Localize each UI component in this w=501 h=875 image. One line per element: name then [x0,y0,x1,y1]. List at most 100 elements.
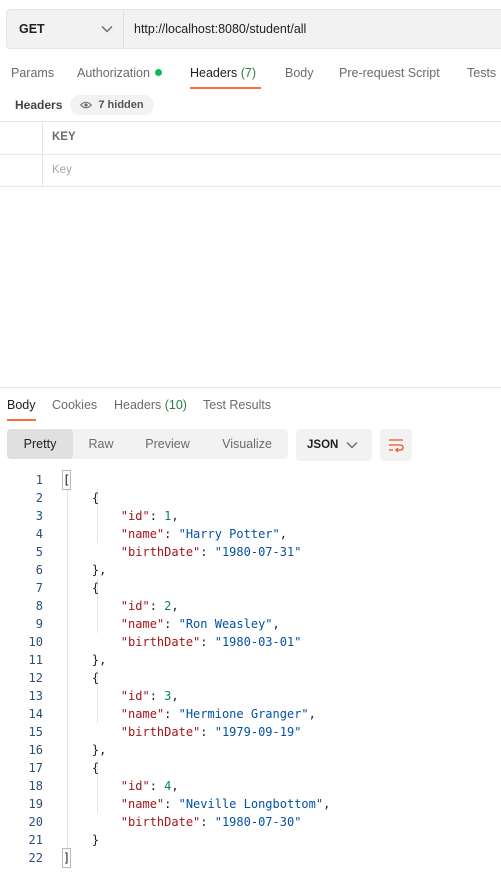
line-number: 2 [35,491,43,505]
code-line: 2 { [0,489,501,507]
code-line: 15 "birthDate": "1979-09-19" [0,723,501,741]
line-number: 18 [28,779,43,793]
url-input[interactable]: http://localhost:8080/student/all [124,10,501,48]
code-text: { [63,761,100,775]
tab-body-label: Body [285,66,314,80]
row-checkbox[interactable] [0,155,43,186]
tab-response-body[interactable]: Body [7,398,36,412]
tab-body[interactable]: Body [285,66,314,80]
table-header-row: KEY [0,121,501,154]
wrap-lines-icon [389,439,404,452]
format-label: JSON [307,439,339,451]
code-line: 5 "birthDate": "1980-07-31" [0,543,501,561]
tab-pre-request-script[interactable]: Pre-request Script [339,66,440,80]
tab-authorization[interactable]: Authorization [77,66,162,80]
headers-label: Headers [15,98,63,112]
line-number: 12 [28,671,43,685]
line-number: 21 [28,833,43,847]
line-number: 17 [28,761,43,775]
line-number: 6 [35,563,43,577]
line-number: 11 [28,653,43,667]
code-text: "birthDate": "1980-07-31" [120,545,302,559]
tab-cookies-label: Cookies [52,398,98,412]
method-label: GET [19,22,45,36]
tab-authorization-label: Authorization [77,66,150,80]
tab-response-headers-count: (10) [164,398,187,412]
code-text: }, [63,743,107,757]
tab-pre-request-label: Pre-request Script [339,66,440,80]
code-text: "birthDate": "1980-07-30" [120,815,302,829]
tab-params[interactable]: Params [11,66,54,80]
view-mode-segmented: Pretty Raw Preview Visualize [7,429,288,459]
tab-params-label: Params [11,66,55,80]
code-line: 4 "name": "Harry Potter", [0,525,501,543]
code-line: 10 "birthDate": "1980-03-01" [0,633,501,651]
tab-tests[interactable]: Tests [467,66,496,80]
code-text: } [63,833,100,847]
code-line: 14 "name": "Hermione Granger", [0,705,501,723]
code-line: 12 { [0,669,501,687]
view-pretty-button[interactable]: Pretty [7,429,73,459]
column-key: KEY [52,131,76,143]
checkbox-column [0,122,43,154]
tab-tests-label: Tests [467,66,497,80]
code-text: { [63,581,100,595]
code-text: "id": 4, [120,779,179,793]
code-text: { [63,491,100,505]
line-number: 10 [28,635,43,649]
view-preview-button[interactable]: Preview [129,429,206,459]
code-line: 16 }, [0,741,501,759]
line-number: 16 [28,743,43,757]
format-select[interactable]: JSON [296,429,372,461]
tab-headers-label: Headers [190,66,238,80]
code-line: 6 }, [0,561,501,579]
key-input[interactable]: Key [52,164,72,176]
hidden-headers-label: 7 hidden [98,99,144,111]
line-number: 8 [35,599,43,613]
code-text: "name": "Ron Weasley", [120,617,280,631]
response-body-viewer[interactable]: 1[2 {3 "id": 1, 4 "name": "Harry Potter",… [0,470,501,868]
response-tabs: Body Cookies Headers (10) Test Results [0,396,501,416]
code-line: 20 "birthDate": "1980-07-30" [0,813,501,831]
code-line: 9 "name": "Ron Weasley", [0,615,501,633]
line-number: 15 [28,725,43,739]
view-raw-button[interactable]: Raw [73,429,129,459]
method-select[interactable]: GET [7,10,124,48]
wrap-lines-button[interactable] [380,429,412,461]
code-text: "name": "Neville Longbottom", [120,797,331,811]
tab-response-headers-label: Headers [114,398,162,412]
tab-headers[interactable]: Headers (7) [190,66,256,80]
code-text: "birthDate": "1980-03-01" [120,635,302,649]
hidden-headers-toggle[interactable]: 7 hidden [70,95,154,115]
code-text: }, [63,653,107,667]
code-text: [ [61,470,72,490]
active-tab-indicator [190,87,261,89]
line-number: 13 [28,689,43,703]
code-text: }, [63,563,107,577]
code-line: 18 "id": 4, [0,777,501,795]
line-number: 20 [28,815,43,829]
headers-table: KEY Key [0,121,501,187]
code-text: "id": 1, [120,509,179,523]
line-number: 1 [35,473,43,487]
code-text: "id": 2, [120,599,179,613]
tab-cookies[interactable]: Cookies [52,398,97,412]
table-row: Key [0,154,501,187]
line-number: 5 [35,545,43,559]
tab-test-results-label: Test Results [203,398,272,412]
code-text: "name": "Hermione Granger", [120,707,316,721]
view-visualize-button[interactable]: Visualize [206,429,288,459]
code-line: 1[ [0,470,501,490]
tab-test-results[interactable]: Test Results [203,398,271,412]
request-tabs: Params Authorization Headers (7) Body Pr… [0,60,501,90]
line-number: 7 [35,581,43,595]
chevron-down-icon [346,442,358,449]
request-bar: GET http://localhost:8080/student/all [6,9,501,49]
code-text: "name": "Harry Potter", [120,527,287,541]
line-number: 22 [28,851,43,865]
code-line: 19 "name": "Neville Longbottom", [0,795,501,813]
code-text: "id": 3, [120,689,179,703]
code-line: 13 "id": 3, [0,687,501,705]
tab-response-headers[interactable]: Headers (10) [114,398,187,412]
eye-icon [80,101,93,109]
